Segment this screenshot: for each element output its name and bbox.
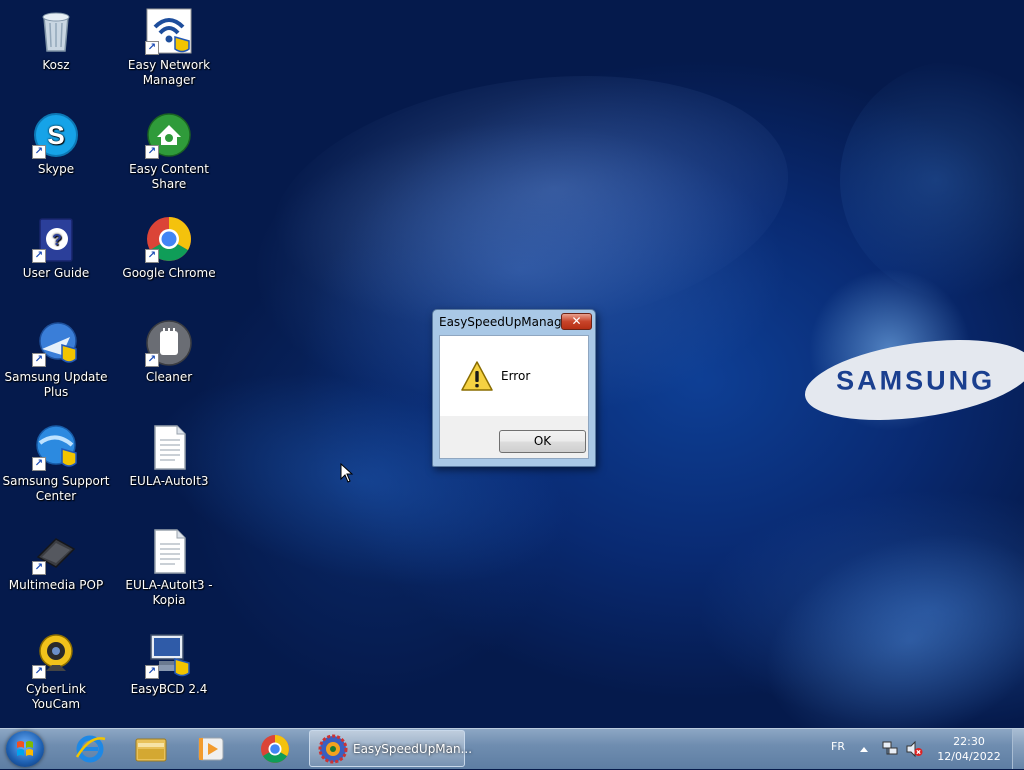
shortcut-arrow-icon: ↗ [32, 665, 46, 679]
desktop-icon-recycle-bin[interactable]: Kosz [1, 7, 111, 73]
desktop-icon-label: Cleaner [145, 370, 193, 384]
clock-time: 22:30 [953, 735, 985, 748]
desktop-icon-google-chrome[interactable]: ↗ Google Chrome [114, 215, 224, 281]
desktop-icon-easybcd[interactable]: ↗ EasyBCD 2.4 [114, 631, 224, 697]
shortcut-arrow-icon: ↗ [145, 665, 159, 679]
dialog-body: Error OK [439, 335, 589, 459]
easybcd-icon: ↗ [145, 631, 193, 679]
skype-icon: S ↗ [32, 111, 80, 159]
desktop-icon-samsung-update-plus[interactable]: ↗ Samsung Update Plus [1, 319, 111, 400]
show-hidden-icons-button[interactable] [858, 743, 870, 757]
dialog-content: Error [440, 336, 588, 416]
multimedia-icon: ↗ [32, 527, 80, 575]
file-explorer-icon [135, 738, 167, 762]
desktop-icon-label: Samsung Support Center [2, 474, 110, 503]
taskbar-media-player[interactable] [184, 731, 238, 767]
taskbar-internet-explorer[interactable] [63, 731, 117, 767]
chevron-up-icon [860, 747, 868, 752]
windows-logo-icon [17, 741, 33, 756]
support-center-icon: ↗ [32, 423, 80, 471]
volume-tray-button[interactable] [905, 740, 923, 761]
desktop-icon-label: Easy Content Share [129, 162, 209, 191]
clock-date: 12/04/2022 [937, 750, 1001, 763]
update-icon: ↗ [32, 319, 80, 367]
internet-explorer-icon [75, 735, 106, 763]
taskbar-active-window[interactable]: EasySpeedUpMan... [309, 730, 472, 767]
media-player-icon [198, 737, 224, 761]
desktop-icon-label: EasyBCD 2.4 [130, 682, 208, 696]
shortcut-arrow-icon: ↗ [145, 145, 159, 159]
language-indicator[interactable]: FR [831, 740, 845, 753]
samsung-logo-text: SAMSUNG [836, 364, 996, 395]
desktop-icon-cyberlink-youcam[interactable]: ↗ CyberLink YouCam [1, 631, 111, 712]
text-file-icon [145, 423, 193, 471]
shortcut-arrow-icon: ↗ [32, 145, 46, 159]
shortcut-arrow-icon: ↗ [145, 353, 159, 367]
user-guide-icon: ? ↗ [32, 215, 80, 263]
recycle-bin-icon [32, 7, 80, 55]
taskbar-active-label: EasySpeedUpMan... [353, 742, 473, 756]
chrome-icon [261, 735, 289, 763]
dialog-message: Error [501, 369, 531, 383]
taskbar: EasySpeedUpMan... FR 22:30 12/04/2022 [0, 728, 1024, 769]
speedup-app-icon [318, 734, 348, 764]
start-button[interactable] [6, 731, 44, 767]
desktop-icon-cleaner[interactable]: ↗ Cleaner [114, 319, 224, 385]
cleaner-icon: ↗ [145, 319, 193, 367]
shortcut-arrow-icon: ↗ [145, 41, 159, 55]
ok-button[interactable]: OK [499, 430, 586, 453]
chrome-icon: ↗ [145, 215, 193, 263]
taskbar-chrome[interactable] [248, 731, 302, 767]
desktop-icon-label: CyberLink YouCam [26, 682, 86, 711]
shortcut-arrow-icon: ↗ [145, 249, 159, 263]
close-button[interactable]: ✕ [561, 313, 592, 330]
network-tray-icon [882, 741, 898, 755]
desktop-icon-samsung-support-center[interactable]: ↗ Samsung Support Center [1, 423, 111, 504]
desktop-icon-label: Samsung Update Plus [4, 370, 108, 399]
desktop-icon-label: EULA-AutoIt3 - Kopia [125, 578, 213, 607]
dialog-title: EasySpeedUpManager [439, 315, 574, 329]
show-desktop-button[interactable] [1012, 729, 1024, 769]
svg-text:?: ? [52, 232, 62, 249]
text-file-icon [145, 527, 193, 575]
desktop-icon-eula-autoit3-kopia[interactable]: EULA-AutoIt3 - Kopia [114, 527, 224, 608]
desktop-icon-label: Google Chrome [122, 266, 216, 280]
network-icon: ↗ [145, 7, 193, 55]
taskbar-file-explorer[interactable] [124, 731, 178, 767]
desktop-icon-easy-network-manager[interactable]: ↗ Easy Network Manager [114, 7, 224, 88]
desktop-icon-label: Easy Network Manager [127, 58, 211, 87]
shortcut-arrow-icon: ↗ [32, 249, 46, 263]
desktop-icon-label: Kosz [42, 58, 70, 72]
error-dialog: EasySpeedUpManager ✕ Error OK [432, 309, 596, 467]
clock[interactable]: 22:30 12/04/2022 [935, 734, 1003, 764]
shortcut-arrow-icon: ↗ [32, 457, 46, 471]
wallpaper-swirl [734, 494, 1024, 728]
webcam-icon: ↗ [32, 631, 80, 679]
svg-text:S: S [47, 120, 64, 150]
desktop-icon-label: Skype [37, 162, 75, 176]
desktop-icon-label: Multimedia POP [8, 578, 104, 592]
volume-muted-icon [906, 740, 923, 758]
desktop-icon-easy-content-share[interactable]: ↗ Easy Content Share [114, 111, 224, 192]
desktop-icon-multimedia-pop[interactable]: ↗ Multimedia POP [1, 527, 111, 593]
warning-icon [461, 361, 493, 391]
desktop-icon-skype[interactable]: S ↗ Skype [1, 111, 111, 177]
shortcut-arrow-icon: ↗ [32, 561, 46, 575]
desktop-icon-eula-autoit3[interactable]: EULA-AutoIt3 [114, 423, 224, 489]
desktop-icon-label: EULA-AutoIt3 [129, 474, 209, 488]
mouse-cursor-icon [340, 462, 354, 486]
shortcut-arrow-icon: ↗ [32, 353, 46, 367]
content-share-icon: ↗ [145, 111, 193, 159]
network-tray-button[interactable] [881, 740, 899, 761]
desktop-icon-user-guide[interactable]: ? ↗ User Guide [1, 215, 111, 281]
desktop-icon-label: User Guide [22, 266, 90, 280]
